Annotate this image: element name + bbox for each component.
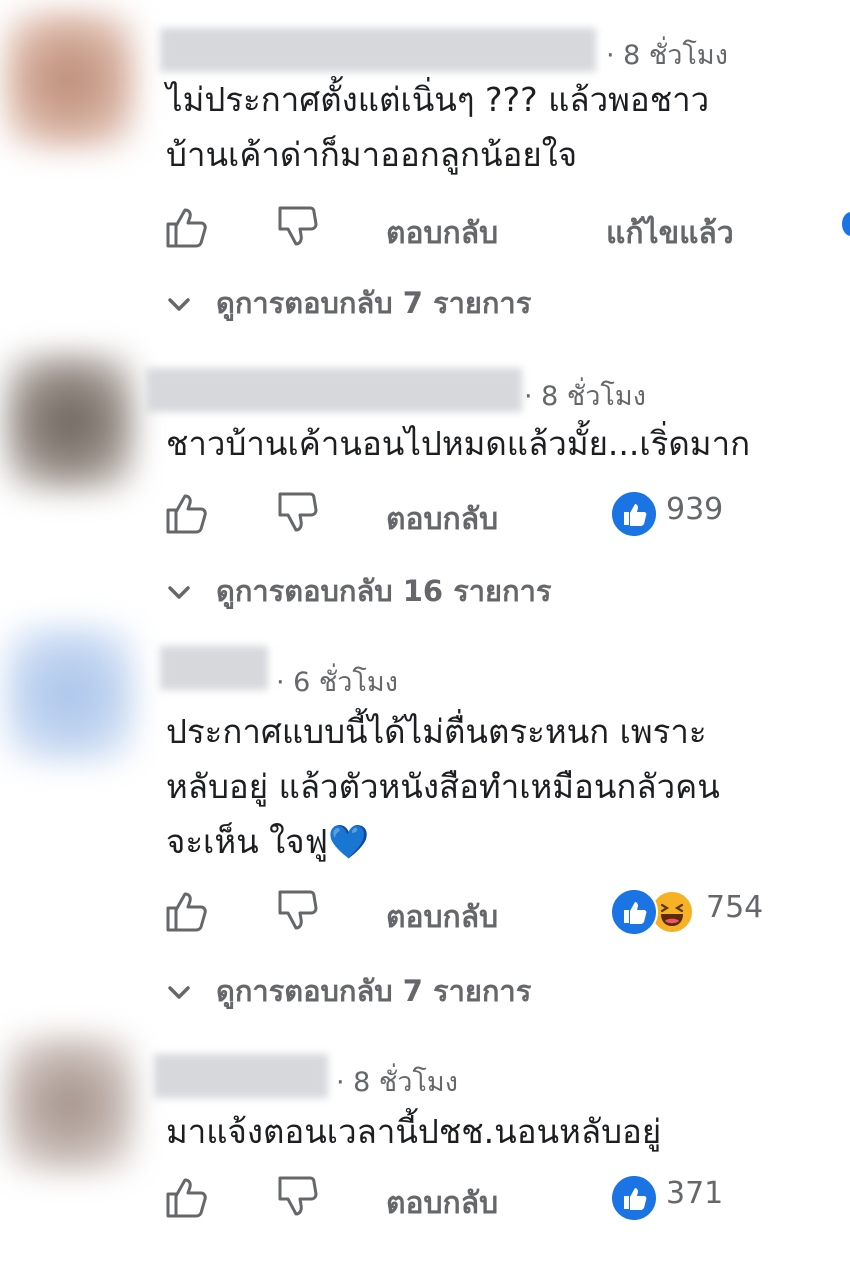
author-name-blurred[interactable] <box>160 28 596 72</box>
chevron-down-icon <box>168 298 190 311</box>
dislike-icon[interactable] <box>276 490 322 536</box>
like-icon[interactable] <box>164 204 210 250</box>
reaction-badge-partial[interactable] <box>842 212 850 236</box>
comment-text: ไม่ประกาศตั้งแต่เนิ่นๆ ??? แล้วพอชาว บ้า… <box>166 80 710 174</box>
chevron-down-icon <box>168 586 190 599</box>
comment-text: ชาวบ้านเค้านอนไปหมดแล้วมั้ย...เริ่ดมาก <box>166 424 751 463</box>
author-name-blurred[interactable] <box>160 646 268 690</box>
view-replies-label: ดูการตอบกลับ 7 รายการ <box>216 286 532 320</box>
reply-button[interactable]: ตอบกลับ <box>386 210 498 257</box>
view-replies-button[interactable]: ดูการตอบกลับ 7 รายการ <box>168 280 531 326</box>
reaction-count: 939 <box>666 492 724 527</box>
dislike-icon[interactable] <box>276 1174 322 1220</box>
reaction-count: 754 <box>706 890 764 925</box>
reactions-summary[interactable]: 371 <box>610 1174 750 1222</box>
edited-label: แก้ไขแล้ว <box>606 216 734 251</box>
comment-timestamp[interactable]: · 8 ชั่วโมง <box>336 1060 458 1103</box>
view-replies-button[interactable]: ดูการตอบกลับ 7 รายการ <box>168 968 531 1014</box>
like-icon[interactable] <box>164 490 210 536</box>
comment-timestamp[interactable]: · 6 ชั่วโมง <box>276 660 398 703</box>
author-name-blurred[interactable] <box>154 1054 328 1098</box>
avatar[interactable] <box>4 624 136 764</box>
reaction-count: 371 <box>666 1176 724 1211</box>
avatar[interactable] <box>4 1034 136 1174</box>
author-name-blurred[interactable] <box>146 368 522 412</box>
comment-text: มาแจ้งตอนเวลานี้ปชช.นอนหลับอยู่ <box>166 1112 662 1151</box>
reply-button[interactable]: ตอบกลับ <box>386 1180 498 1227</box>
reply-button[interactable]: ตอบกลับ <box>386 894 498 941</box>
avatar[interactable] <box>4 10 136 150</box>
view-replies-label: ดูการตอบกลับ 16 รายการ <box>216 574 552 608</box>
like-reaction-icon <box>610 888 658 936</box>
view-replies-label: ดูการตอบกลับ 7 รายการ <box>216 974 532 1008</box>
comment-text: ประกาศแบบนี้ได้ไม่ตื่นตระหนก เพราะ หลับอ… <box>166 712 720 861</box>
dislike-icon[interactable] <box>276 888 322 934</box>
avatar[interactable] <box>4 352 136 492</box>
like-icon[interactable] <box>164 888 210 934</box>
like-reaction-icon <box>610 490 658 538</box>
reply-button[interactable]: ตอบกลับ <box>386 496 498 543</box>
like-icon[interactable] <box>164 1174 210 1220</box>
view-replies-button[interactable]: ดูการตอบกลับ 16 รายการ <box>168 568 551 614</box>
reactions-summary[interactable]: 754 <box>610 888 780 936</box>
dislike-icon[interactable] <box>276 204 322 250</box>
comment-timestamp[interactable]: · 8 ชั่วโมง <box>524 374 646 417</box>
comment-timestamp[interactable]: · 8 ชั่วโมง <box>606 33 728 76</box>
reactions-summary[interactable]: 939 <box>610 490 750 538</box>
chevron-down-icon <box>168 986 190 999</box>
like-reaction-icon <box>610 1174 658 1222</box>
